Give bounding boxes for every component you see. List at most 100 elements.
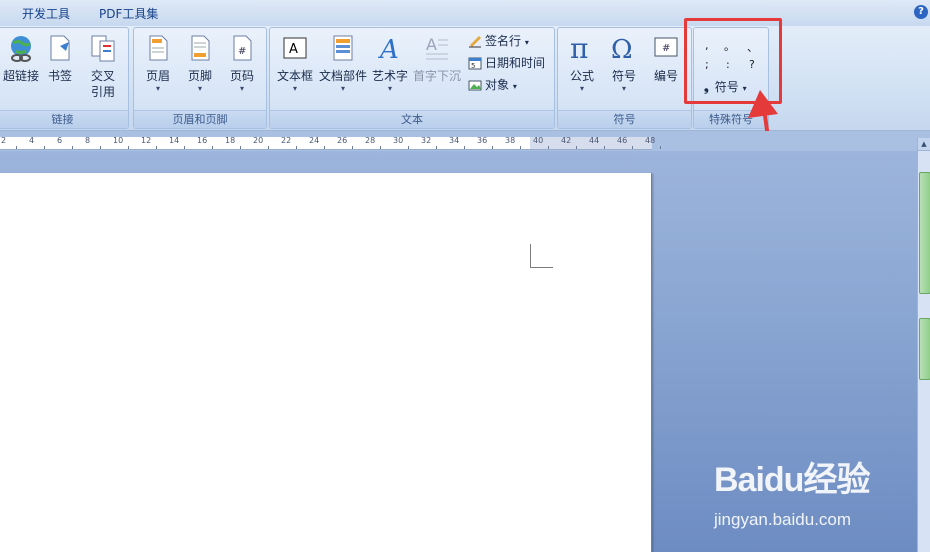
ruler-tick [660,146,661,149]
drop-cap-icon: A [426,35,448,60]
ruler-label: 32 [421,136,432,145]
quick-parts-button[interactable]: 文档部件 ▾ [318,34,368,94]
bookmark-label: 书签 [47,69,72,83]
wordart-label: 艺术字 [371,69,408,83]
signature-line-button[interactable]: 签名行 ▾ [468,32,529,50]
ruler-label: 12 [141,136,152,145]
ruler-tick [156,146,157,149]
object-label: 对象 [485,78,510,92]
ruler-label: 26 [337,136,348,145]
ruler-tick [380,146,381,149]
cross-reference-label: 交叉 引用 [90,69,115,99]
date-time-label: 日期和时间 [485,56,546,70]
margin-corner-horizontal [530,267,553,268]
hyperlink-label: 超链接 [2,69,39,83]
svg-text:Ω: Ω [611,35,633,62]
ruler-tick [184,146,185,149]
ruler-tick [240,146,241,149]
cross-reference-icon [91,35,115,62]
numbering-button[interactable]: # 编号 [648,34,684,84]
group-symbols-label: 符号 [558,110,691,128]
svg-text:A: A [289,42,298,57]
hyperlink-button[interactable]: 超链接 [1,34,41,84]
equation-button[interactable]: π 公式 ▾ [564,32,600,94]
ruler-label: 38 [505,136,516,145]
ruler-tick [352,146,353,149]
ruler-label: 18 [225,136,236,145]
group-header-footer: 页眉 ▾ 页脚 ▾ # 页码 ▾ 页眉和页脚 [133,27,267,129]
scrollbar-thumb[interactable] [919,172,930,294]
ruler-label: 30 [393,136,404,145]
page-number-dropdown-arrow[interactable]: ▾ [224,84,260,94]
textbox-button[interactable]: A 文本框 ▾ [274,34,316,94]
ruler-tick [464,146,465,149]
horizontal-ruler[interactable]: 2 4 6 8 10 12 14 16 18 20 22 24 26 28 30 32 34 36 38 40 42 44… [0,136,661,150]
textbox-dropdown-arrow[interactable]: ▾ [274,84,316,94]
header-button[interactable]: 页眉 ▾ [140,34,176,94]
document-page[interactable] [0,173,651,552]
drop-cap-button[interactable]: A 首字下沉 [412,34,462,84]
ruler-tick [296,146,297,149]
equation-dropdown-arrow[interactable]: ▾ [564,84,600,94]
group-symbols: π 公式 ▾ Ω 符号 ▾ # 编号 符号 [557,27,692,129]
ruler-tick [492,146,493,149]
symbol-button[interactable]: Ω 符号 ▾ [606,34,642,94]
group-links-label: 链接 [0,110,128,128]
page-number-button[interactable]: # 页码 ▾ [224,34,260,94]
ruler-label: 20 [253,136,264,145]
ruler-label: 46 [617,136,628,145]
baidu-watermark: Baidu经验 jingyan.baidu.com [714,452,904,532]
ruler-tick [268,146,269,149]
tab-pdf-tools[interactable]: PDF工具集 [99,5,158,22]
textbox-label: 文本框 [276,69,313,83]
object-icon [468,80,482,91]
omega-icon: Ω [611,35,633,65]
group-text: A 文本框 ▾ 文档部件 ▾ A 艺术字 ▾ A 首字下沉 签名行 ▾ 5 日期… [269,27,555,129]
ruler-label: 6 [57,136,63,145]
wordart-dropdown-arrow[interactable]: ▾ [370,84,410,94]
ruler-label: 22 [281,136,292,145]
ruler-tick [436,146,437,149]
wordart-button[interactable]: A 艺术字 ▾ [370,34,410,94]
svg-text:#: # [662,43,670,54]
baidu-logo: Baidu经验 [714,461,870,499]
header-dropdown-arrow[interactable]: ▾ [140,84,176,94]
quick-parts-icon [333,35,353,61]
ruler-tick [548,146,549,149]
ruler-tick [72,146,73,149]
symbol-dropdown-arrow[interactable]: ▾ [606,84,642,94]
help-icon[interactable]: ? [914,5,928,19]
numbering-icon: # [654,37,678,57]
vertical-scrollbar[interactable]: ▲ [917,138,930,552]
object-button[interactable]: 对象 ▾ [468,76,517,94]
footer-button[interactable]: 页脚 ▾ [182,34,218,94]
margin-corner-vertical [530,244,531,268]
header-label: 页眉 [145,69,170,83]
tab-developer[interactable]: 开发工具 [22,5,70,22]
footer-dropdown-arrow[interactable]: ▾ [182,84,218,94]
ruler-label: 14 [169,136,180,145]
scrollbar-thumb-lower[interactable] [919,318,930,380]
group-text-label: 文本 [270,110,554,128]
date-time-button[interactable]: 5 日期和时间 [468,54,545,72]
page-number-label: 页码 [229,69,254,83]
scroll-up-icon[interactable]: ▲ [918,138,930,151]
signature-line-icon [469,36,481,48]
ruler-tick [604,146,605,149]
bookmark-button[interactable]: 书签 [45,34,75,84]
bookmark-icon [50,35,70,61]
group-header-footer-label: 页眉和页脚 [134,110,266,128]
cross-reference-button[interactable]: 交叉 引用 [85,34,121,100]
ruler-tick [324,146,325,149]
ruler-tick [408,146,409,149]
svg-text:#: # [238,46,246,57]
ruler-label: 2 [1,136,7,145]
quick-parts-dropdown-arrow[interactable]: ▾ [318,84,368,94]
ruler-tick [16,146,17,149]
wordart-icon: A [378,35,399,65]
ruler-label: 36 [477,136,488,145]
ruler-tick [632,146,633,149]
ruler-label: 28 [365,136,376,145]
drop-cap-label: 首字下沉 [412,69,461,83]
signature-line-label: 签名行 [485,34,522,48]
